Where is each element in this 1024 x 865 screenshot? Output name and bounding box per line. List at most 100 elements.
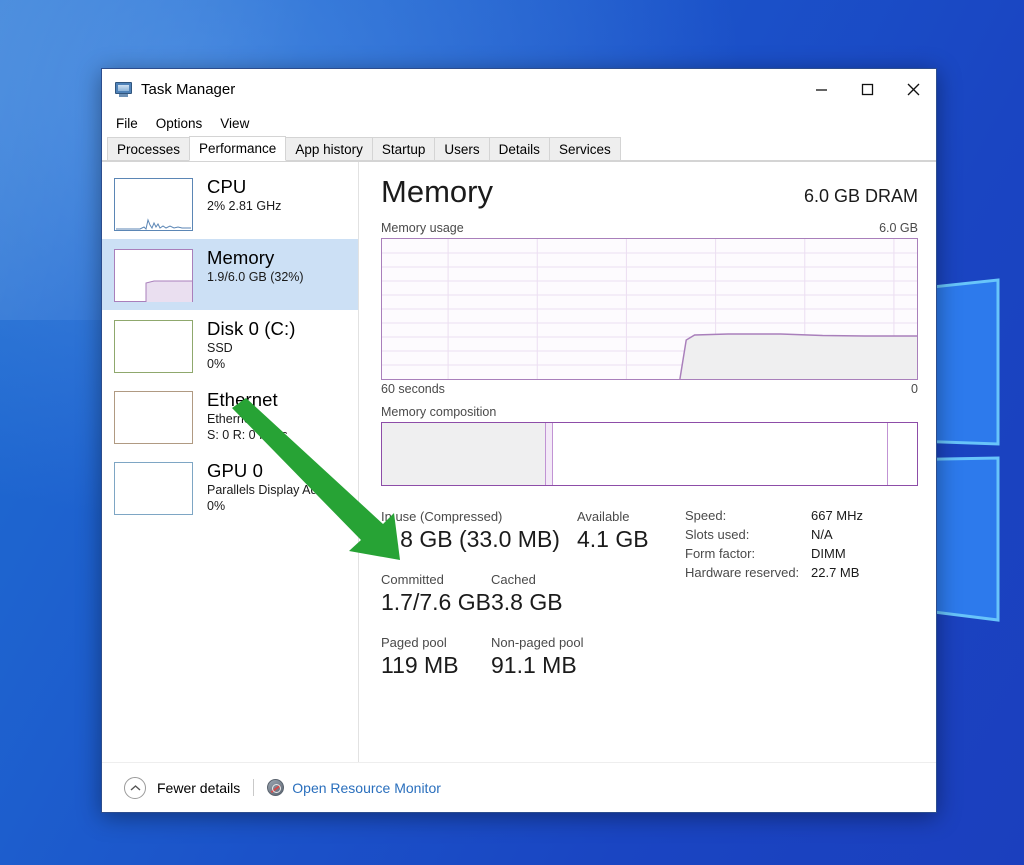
stat-paged-pool-value: 119 MB: [381, 652, 459, 678]
memory-usage-graph-svg: [382, 239, 917, 379]
stat-available-value: 4.1 GB: [577, 526, 649, 552]
stat-committed-value: 1.7/7.6 GB: [381, 589, 491, 615]
sidebar-ethernet-title: Ethernet: [207, 389, 278, 410]
sidebar-gpu-sub1: Parallels Display Adapte: [207, 483, 342, 497]
stat-available: Available 4.1 GB: [577, 508, 649, 554]
stat-committed: Committed 1.7/7.6 GB: [381, 571, 491, 617]
stat-cached-label: Cached: [491, 572, 536, 587]
composition-segment-modified: [545, 423, 553, 485]
stat-available-label: Available: [577, 509, 630, 524]
memory-usage-label: Memory usage: [381, 221, 464, 235]
tab-processes[interactable]: Processes: [107, 137, 191, 161]
sidebar-item-gpu0[interactable]: GPU 0 Parallels Display Adapte 0%: [102, 452, 358, 523]
stat-committed-label: Committed: [381, 572, 444, 587]
stat-in-use: In use (Compressed) 1.8 GB (33.0 MB): [381, 508, 577, 554]
maximize-button[interactable]: [844, 69, 890, 110]
stat-non-paged-pool-value: 91.1 MB: [491, 652, 577, 678]
composition-segment-in-use: [382, 423, 546, 485]
minimize-button[interactable]: [798, 69, 844, 110]
memory-detail-panel: Memory 6.0 GB DRAM Memory usage 6.0 GB 6…: [359, 162, 936, 762]
window-title: Task Manager: [141, 81, 236, 98]
sidebar-memory-sub: 1.9/6.0 GB (32%): [207, 270, 304, 284]
stat-cached: Cached 3.8 GB: [491, 571, 563, 617]
stat-hardware-reserved-row: Hardware reserved: 22.7 MB: [685, 565, 863, 580]
task-manager-icon: [115, 82, 132, 97]
open-resource-monitor-link[interactable]: Open Resource Monitor: [292, 780, 441, 796]
memory-stats-right: Speed: 667 MHz Slots used: N/A Form fact…: [685, 508, 863, 697]
sidebar-ethernet-sub2: S: 0 R: 0 Kbps: [207, 428, 288, 442]
stat-non-paged-pool-label: Non-paged pool: [491, 635, 584, 650]
composition-segment-free: [887, 423, 917, 485]
sidebar-disk-sub1: SSD: [207, 341, 233, 355]
status-bar: Fewer details Open Resource Monitor: [102, 762, 936, 812]
stat-slots-used-row: Slots used: N/A: [685, 527, 863, 542]
sidebar-item-memory[interactable]: Memory 1.9/6.0 GB (32%): [102, 239, 358, 310]
stat-row-committed: Committed 1.7/7.6 GB Cached 3.8 GB: [381, 571, 677, 617]
sidebar-cpu-sub: 2% 2.81 GHz: [207, 199, 282, 213]
sidebar-item-ethernet[interactable]: Ethernet Ethernet S: 0 R: 0 Kbps: [102, 381, 358, 452]
resource-sidebar: CPU 2% 2.81 GHz Memory 1.9/6.0 GB (32%): [102, 162, 359, 762]
tab-strip: Processes Performance App history Startu…: [102, 136, 936, 162]
sidebar-ethernet-sub1: Ethernet: [207, 412, 255, 426]
tab-app-history[interactable]: App history: [285, 137, 373, 161]
tab-performance[interactable]: Performance: [189, 136, 287, 161]
memory-stats: In use (Compressed) 1.8 GB (33.0 MB) Ava…: [381, 508, 918, 697]
stat-speed-row: Speed: 667 MHz: [685, 508, 863, 523]
stat-form-factor-row: Form factor: DIMM: [685, 546, 863, 561]
close-button[interactable]: [890, 69, 936, 110]
performance-content: CPU 2% 2.81 GHz Memory 1.9/6.0 GB (32%): [102, 162, 936, 762]
tab-users[interactable]: Users: [434, 137, 490, 161]
menu-bar: File Options View: [102, 110, 936, 137]
stat-row-in-use: In use (Compressed) 1.8 GB (33.0 MB) Ava…: [381, 508, 677, 554]
tab-services[interactable]: Services: [548, 137, 621, 161]
disk-mini-graph: [114, 320, 193, 373]
gpu-mini-graph: [114, 462, 193, 515]
axis-right-label: 0: [911, 382, 918, 396]
window-controls: [798, 69, 936, 110]
menu-item-file[interactable]: File: [114, 115, 140, 132]
sidebar-item-disk0[interactable]: Disk 0 (C:) SSD 0%: [102, 310, 358, 381]
chevron-up-icon[interactable]: [124, 776, 146, 799]
memory-composition-bar[interactable]: [381, 422, 918, 486]
ethernet-mini-graph: [114, 391, 193, 444]
stat-slots-used-value: N/A: [811, 527, 833, 542]
stat-in-use-label: In use (Compressed): [381, 509, 503, 524]
stat-paged-pool-label: Paged pool: [381, 635, 447, 650]
stat-row-paged-pool: Paged pool 119 MB Non-paged pool 91.1 MB: [381, 634, 677, 680]
task-manager-window: Task Manager File Options View Processes…: [101, 68, 937, 813]
fewer-details-button[interactable]: Fewer details: [157, 780, 240, 796]
stat-hardware-reserved-label: Hardware reserved:: [685, 565, 800, 580]
sidebar-item-cpu[interactable]: CPU 2% 2.81 GHz: [102, 168, 358, 239]
memory-composition-label: Memory composition: [381, 405, 497, 419]
memory-usage-labels: Memory usage 6.0 GB: [381, 221, 918, 235]
stat-form-factor-label: Form factor:: [685, 546, 756, 561]
stat-speed-label: Speed:: [685, 508, 727, 523]
menu-item-view[interactable]: View: [218, 115, 251, 132]
sidebar-gpu-sub2: 0%: [207, 499, 226, 513]
title-bar: Task Manager: [102, 69, 936, 110]
sidebar-memory-title: Memory: [207, 247, 275, 268]
stat-hardware-reserved-value: 22.7 MB: [811, 565, 860, 580]
page-title: Memory: [381, 174, 493, 209]
stat-slots-used-label: Slots used:: [685, 527, 750, 542]
memory-usage-graph[interactable]: [381, 238, 918, 380]
memory-stats-left: In use (Compressed) 1.8 GB (33.0 MB) Ava…: [381, 508, 677, 697]
menu-item-options[interactable]: Options: [154, 115, 205, 132]
tab-details[interactable]: Details: [488, 137, 550, 161]
sidebar-cpu-title: CPU: [207, 176, 247, 197]
memory-header: Memory 6.0 GB DRAM: [381, 174, 918, 210]
stat-non-paged-pool: Non-paged pool 91.1 MB: [491, 634, 584, 680]
sidebar-disk-title: Disk 0 (C:): [207, 318, 296, 339]
stat-in-use-value: 1.8 GB (33.0 MB): [381, 526, 560, 552]
composition-segment-standby: [552, 423, 888, 485]
tab-startup[interactable]: Startup: [371, 137, 436, 161]
stat-cached-value: 3.8 GB: [491, 589, 563, 615]
memory-usage-axis: 60 seconds 0: [381, 382, 918, 396]
axis-left-label: 60 seconds: [381, 382, 445, 396]
memory-usage-max: 6.0 GB: [879, 221, 918, 235]
memory-mini-graph: [114, 249, 193, 302]
footer-divider: [253, 779, 255, 796]
dram-total: 6.0 GB DRAM: [803, 186, 918, 206]
stat-speed-value: 667 MHz: [811, 508, 864, 523]
memory-composition-labels: Memory composition: [381, 405, 918, 419]
